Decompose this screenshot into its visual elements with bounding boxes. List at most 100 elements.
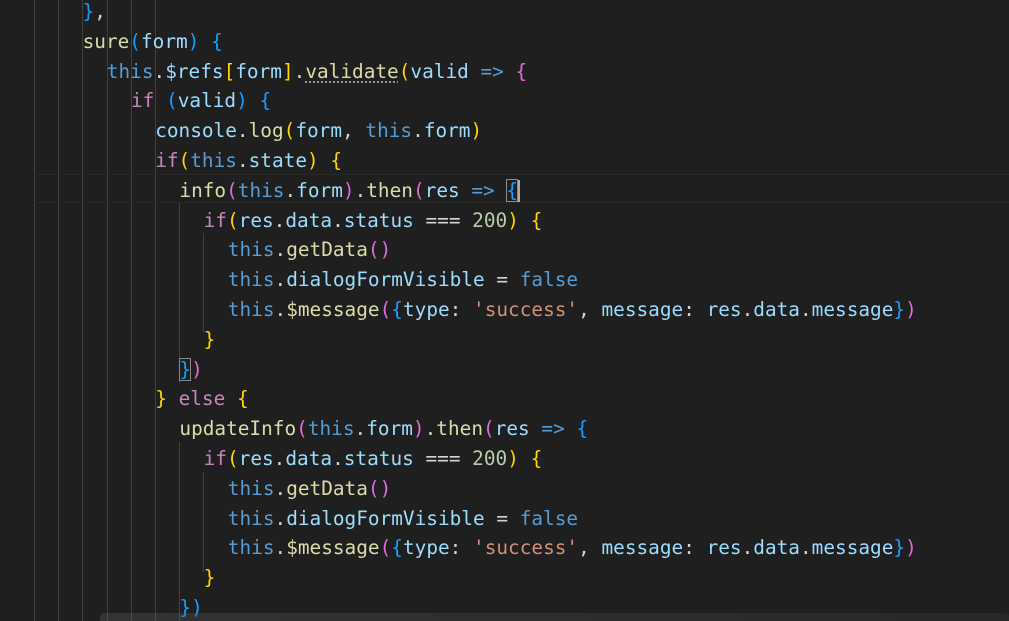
code-token: console [155,119,237,143]
code-token: if [203,208,227,232]
code-token: 'success' [473,536,579,560]
code-token: . [354,178,367,202]
code-token: . [332,208,344,232]
code-token: { [391,298,403,321]
code-token: : [449,298,474,321]
code-token: this [227,506,275,530]
code-token: } [893,536,906,560]
code-token: this [307,417,355,441]
code-token: . [799,536,812,560]
code-line[interactable]: } [204,325,216,355]
code-token: => [471,178,495,202]
code-token: { [391,536,403,560]
code-token: message [811,298,894,321]
code-line[interactable]: }, [83,0,106,27]
code-token: data [753,536,800,560]
code-token: , [342,119,366,143]
code-token: { [211,29,223,53]
code-token: ) [905,536,917,560]
code-line[interactable]: console.log(form, this.form) [155,116,482,146]
code-token: form [423,119,471,143]
code-token: ( [226,447,239,470]
code-token: : [449,536,474,560]
code-token: . [741,298,754,321]
code-token: { [576,417,589,441]
code-token: { [506,178,519,202]
code-token: this [227,268,275,292]
code-line[interactable]: info(this.form).then(res => { [179,176,519,206]
code-token: data [285,447,333,470]
code-line[interactable]: this.$message({type: 'success', message:… [228,533,917,563]
code-line[interactable]: updateInfo(this.form).then(res => { [179,414,588,444]
code-token: [ [223,59,236,83]
code-line[interactable]: this.dialogFormVisible = false [228,265,578,295]
code-line[interactable]: this.getData() [228,235,391,265]
code-editor[interactable]: }, sure(form) {this.$refs[form].validate(… [0,0,1009,621]
code-token: status [343,208,414,232]
code-token: this [227,536,275,560]
code-token: this [237,178,285,202]
code-token: . [332,447,344,470]
code-line[interactable]: this.$refs[form].validate(valid => { [107,57,527,87]
code-line[interactable]: this.getData() [228,474,391,504]
code-line[interactable]: if(res.data.status === 200) { [204,206,543,236]
code-token: this [227,476,275,500]
code-token: => [480,59,504,83]
code-token: ( [296,417,308,441]
code-token: sure [82,29,130,53]
code-line[interactable]: } [204,563,216,593]
code-token: ( [129,29,141,53]
code-token: : [683,536,707,560]
code-token: this [365,119,413,143]
horizontal-scrollbar[interactable] [100,613,1009,621]
code-token: res [238,208,274,232]
code-token: ( [178,149,191,172]
code-token: form [140,29,188,53]
code-token: message [601,536,684,560]
code-line[interactable]: if(res.data.status === 200) { [204,444,543,474]
code-token: ) [191,357,203,381]
code-line[interactable]: if (valid) { [131,86,271,116]
code-line[interactable]: this.dialogFormVisible = false [228,504,578,534]
code-token: validate [305,59,399,83]
code-token: . [274,506,287,530]
code-token: data [285,208,333,232]
code-token: ) [470,119,483,143]
code-token: () [367,238,392,262]
code-line[interactable]: }) [179,355,203,385]
code-token: res [238,447,274,470]
code-token: this [190,149,237,172]
code-token: this [227,238,275,262]
code-token: { [330,149,343,172]
indent-guide [203,233,204,333]
code-token: ( [226,208,239,232]
code-token: log [248,119,284,143]
code-line[interactable]: if(this.state) { [155,146,342,176]
code-token: this [106,59,154,83]
code-token: . [424,417,437,441]
code-token: ( [166,89,178,113]
code-line[interactable]: sure(form) { [83,27,223,57]
code-token: ) [236,89,248,113]
code-token: . [274,536,287,560]
code-token: if [203,447,227,470]
code-token: updateInfo [179,417,297,441]
code-token: : [683,298,707,321]
code-line[interactable]: this.$message({type: 'success', message:… [228,295,917,325]
code-token: . [153,59,166,83]
code-token: . [273,447,286,470]
code-line[interactable]: } else { [155,384,248,414]
code-token: ] [281,59,294,83]
indent-guide [203,472,204,572]
code-token: dialogFormVisible [286,268,485,292]
code-token: ( [398,59,411,83]
code-token: info [179,178,227,202]
code-token: . [799,298,812,321]
code-token: res [706,298,742,321]
code-token: ( [379,298,392,321]
